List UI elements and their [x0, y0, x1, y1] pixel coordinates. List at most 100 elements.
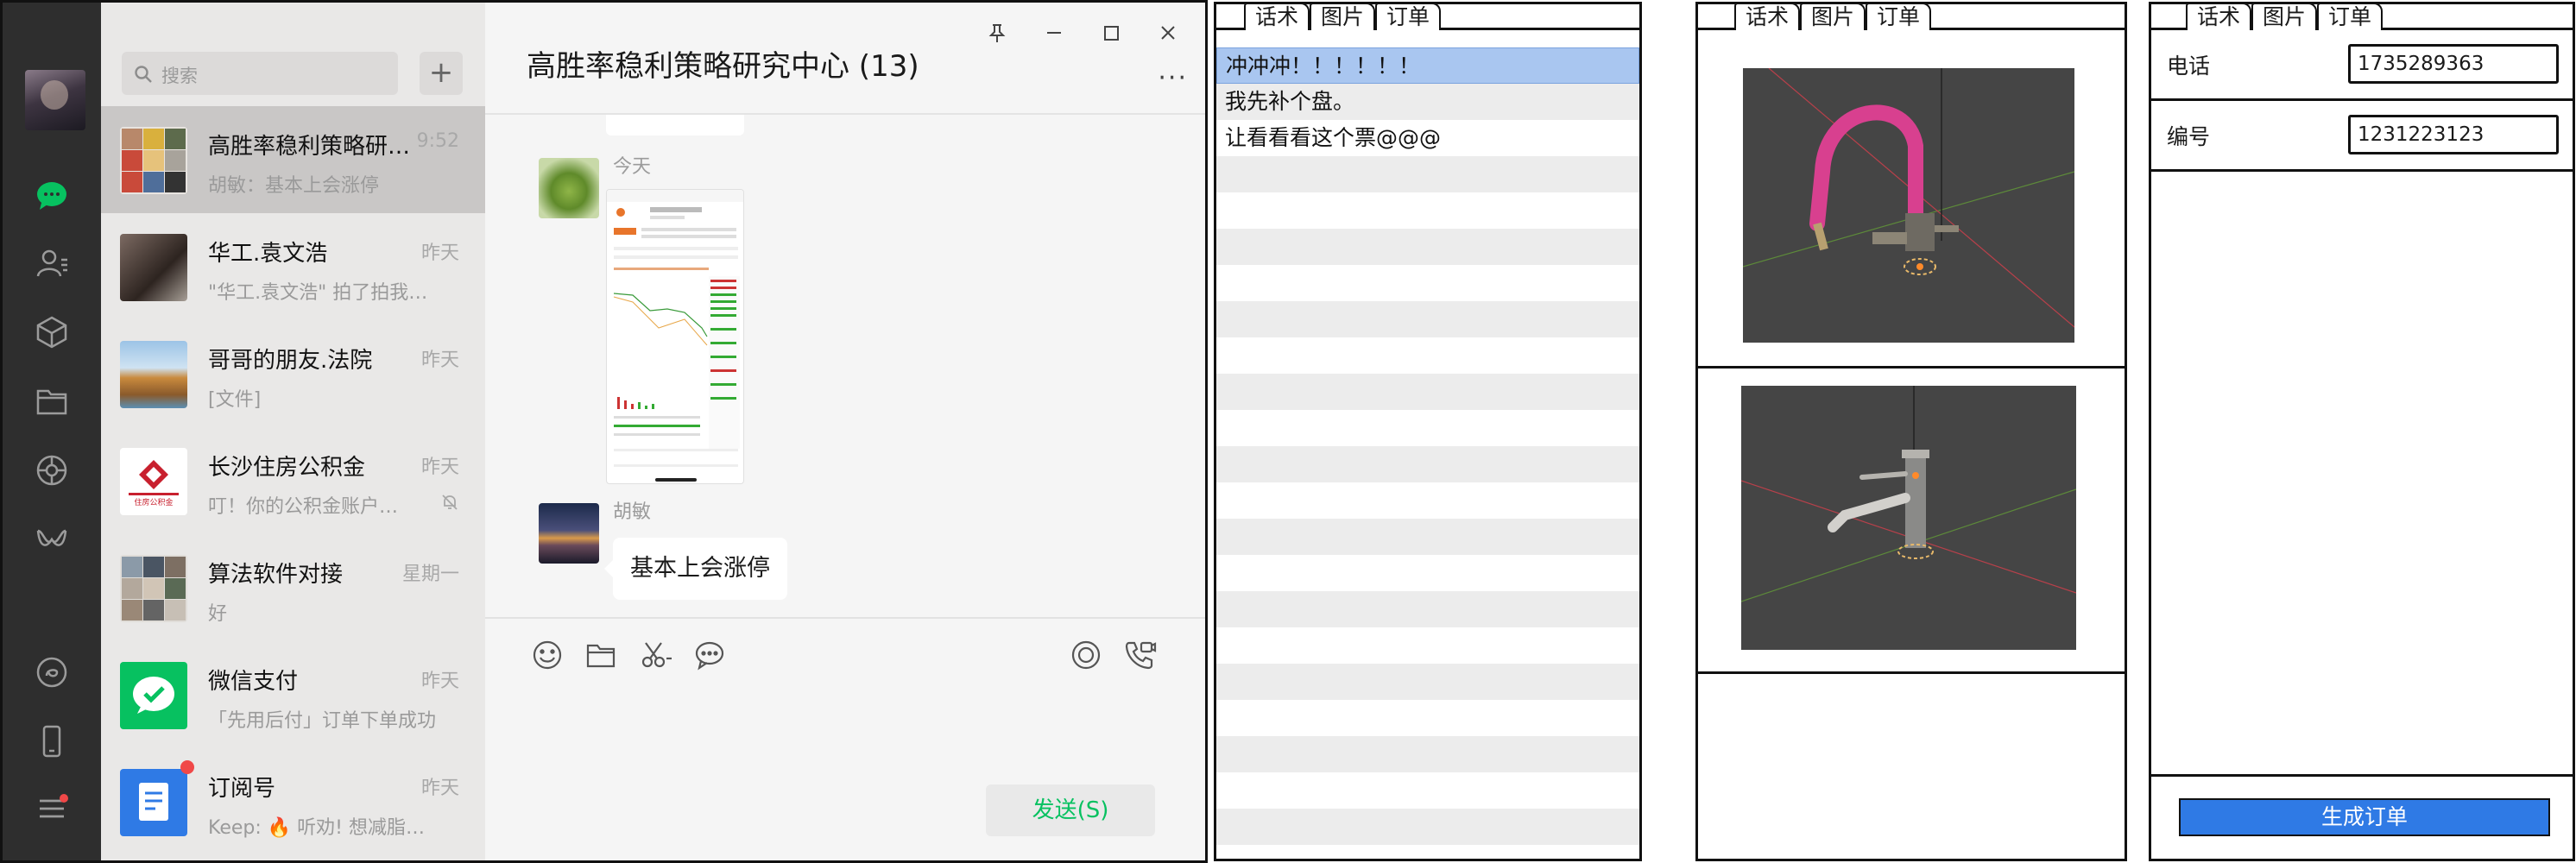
conversation-list: 搜索 + 高胜率稳利策略研究中心 9:52 胡敏：基本上会涨停 华工.袁文浩: [101, 3, 485, 860]
conversation-time: 9:52: [416, 130, 459, 152]
id-field-row: 编号 1231223123: [2151, 101, 2573, 172]
previous-message-bubble: [606, 115, 744, 135]
tab-images[interactable]: 图片: [1310, 3, 1375, 30]
empty-row: [1216, 301, 1639, 337]
empty-row: [1216, 156, 1639, 192]
empty-row: [1216, 772, 1639, 809]
conversation-name: 微信支付: [208, 669, 299, 695]
search-icon: [134, 65, 153, 84]
empty-row: [1216, 337, 1639, 374]
empty-row: [1216, 736, 1639, 772]
phone-input[interactable]: 1735289363: [2348, 44, 2559, 84]
contacts-icon[interactable]: [35, 246, 69, 280]
empty-row: [1216, 265, 1639, 301]
empty-row: [1216, 446, 1639, 482]
voice-video-call-icon[interactable]: [1122, 638, 1157, 672]
folder-icon[interactable]: [35, 384, 69, 419]
tab-phrases[interactable]: 话术: [1734, 3, 1800, 30]
minimize-icon[interactable]: [1041, 20, 1067, 46]
live-icon[interactable]: [1069, 638, 1103, 672]
empty-row: [1216, 700, 1639, 736]
conversation-preview: [文件]: [208, 389, 262, 411]
sender-avatar[interactable]: [539, 158, 599, 218]
more-button[interactable]: ···: [1158, 63, 1188, 93]
conversation-preview: 好: [208, 603, 228, 625]
conversation-name: 哥哥的朋友.法院: [208, 348, 373, 374]
conversation-time: 昨天: [420, 671, 459, 692]
conversation-time: 昨天: [420, 457, 459, 478]
stock-screenshot-image[interactable]: [606, 189, 744, 484]
folder-icon[interactable]: [584, 638, 618, 672]
phrase-item[interactable]: 我先补个盘。: [1216, 84, 1639, 120]
conversation-item[interactable]: 算法软件对接 星期一 好: [101, 534, 485, 641]
sender-avatar[interactable]: [539, 503, 599, 564]
favorites-icon[interactable]: [35, 315, 69, 350]
group-avatar: [120, 555, 187, 622]
faucet-render-image[interactable]: [1741, 386, 2076, 650]
phrases-panel: 话术 图片 订单 冲冲冲！！！！！！ 我先补个盘。 让看看看这个票@@@: [1214, 3, 1642, 861]
id-label: 编号: [2167, 124, 2211, 149]
phone-icon[interactable]: [35, 724, 69, 759]
phrase-item[interactable]: 让看看看这个票@@@: [1216, 120, 1639, 156]
id-input[interactable]: 1231223123: [2348, 115, 2559, 154]
housing-fund-logo: 住房公积金: [120, 448, 187, 515]
nav-sidebar: [3, 3, 101, 860]
close-icon[interactable]: [1155, 20, 1181, 46]
conversation-item[interactable]: 哥哥的朋友.法院 昨天 [文件]: [101, 320, 485, 427]
user-avatar[interactable]: [25, 70, 85, 130]
conversation-name: 华工.袁文浩: [208, 241, 328, 267]
maximize-icon[interactable]: [1098, 20, 1124, 46]
empty-row: [1216, 555, 1639, 591]
generate-order-button[interactable]: 生成订单: [2179, 798, 2550, 836]
conversation-item[interactable]: 高胜率稳利策略研究中心 9:52 胡敏：基本上会涨停: [101, 106, 485, 213]
conversation-time: 昨天: [420, 778, 459, 799]
subscription-logo: [120, 769, 187, 836]
tab-orders[interactable]: 订单: [1375, 3, 1441, 30]
faucet-render-image[interactable]: [1743, 68, 2074, 343]
send-button[interactable]: 发送(S): [986, 784, 1155, 836]
order-panel: 话术 图片 订单 电话 1735289363 编号 1231223123 生成订…: [2149, 3, 2575, 861]
sender-name: 胡敏: [613, 501, 652, 523]
conversation-item[interactable]: 订阅号 昨天 Keep: 🔥 听劝! 想减脂先...: [101, 748, 485, 855]
chat-icon[interactable]: [35, 179, 69, 213]
empty-row: [1216, 809, 1639, 845]
chat-history-icon[interactable]: [692, 638, 727, 672]
tab-images[interactable]: 图片: [2251, 3, 2317, 30]
conversation-name: 订阅号: [208, 776, 276, 802]
conversation-item[interactable]: 微信支付 昨天 「先用后付」订单下单成功: [101, 641, 485, 748]
empty-row: [1216, 519, 1639, 555]
screenshot-scissors-icon[interactable]: [639, 638, 673, 672]
search-input[interactable]: 搜索: [122, 52, 398, 95]
tab-orders[interactable]: 订单: [1866, 3, 1931, 30]
empty-row: [1216, 410, 1639, 446]
add-button[interactable]: +: [420, 52, 463, 95]
miniprogram-icon[interactable]: [35, 655, 69, 690]
tab-phrases[interactable]: 话术: [2186, 3, 2251, 30]
menu-icon[interactable]: [35, 791, 69, 826]
empty-row: [1216, 482, 1639, 519]
chat-title: 高胜率稳利策略研究中心 (13): [527, 49, 919, 84]
conversation-name: 算法软件对接: [208, 562, 344, 588]
image-cell[interactable]: [1698, 369, 2125, 674]
empty-row: [1216, 664, 1639, 700]
tab-phrases[interactable]: 话术: [1244, 3, 1310, 30]
emoji-icon[interactable]: [530, 638, 565, 672]
channels-icon[interactable]: [35, 522, 69, 557]
empty-row: [1216, 192, 1639, 229]
housing-fund-logo-text: 住房公积金: [134, 499, 174, 507]
conversation-item[interactable]: 华工.袁文浩 昨天 "华工.袁文浩" 拍了拍我的肩膀: [101, 213, 485, 320]
phrase-item[interactable]: 冲冲冲！！！！！！: [1216, 47, 1639, 84]
conversation-name: 高胜率稳利策略研究中心: [208, 134, 415, 160]
contact-avatar: [120, 341, 187, 408]
tab-orders[interactable]: 订单: [2317, 3, 2383, 30]
conversation-time: 昨天: [420, 243, 459, 264]
image-cell[interactable]: [1698, 30, 2125, 369]
tab-images[interactable]: 图片: [1800, 3, 1866, 30]
empty-row: [1216, 229, 1639, 265]
moments-icon[interactable]: [35, 453, 69, 488]
group-avatar: [120, 127, 187, 194]
message-bubble: 基本上会涨停: [604, 538, 787, 600]
pin-icon[interactable]: [984, 20, 1010, 46]
conversation-preview: 「先用后付」订单下单成功: [208, 710, 437, 732]
conversation-item[interactable]: 住房公积金 长沙住房公积金 昨天 叮！你的公积金账户有变动: [101, 427, 485, 534]
